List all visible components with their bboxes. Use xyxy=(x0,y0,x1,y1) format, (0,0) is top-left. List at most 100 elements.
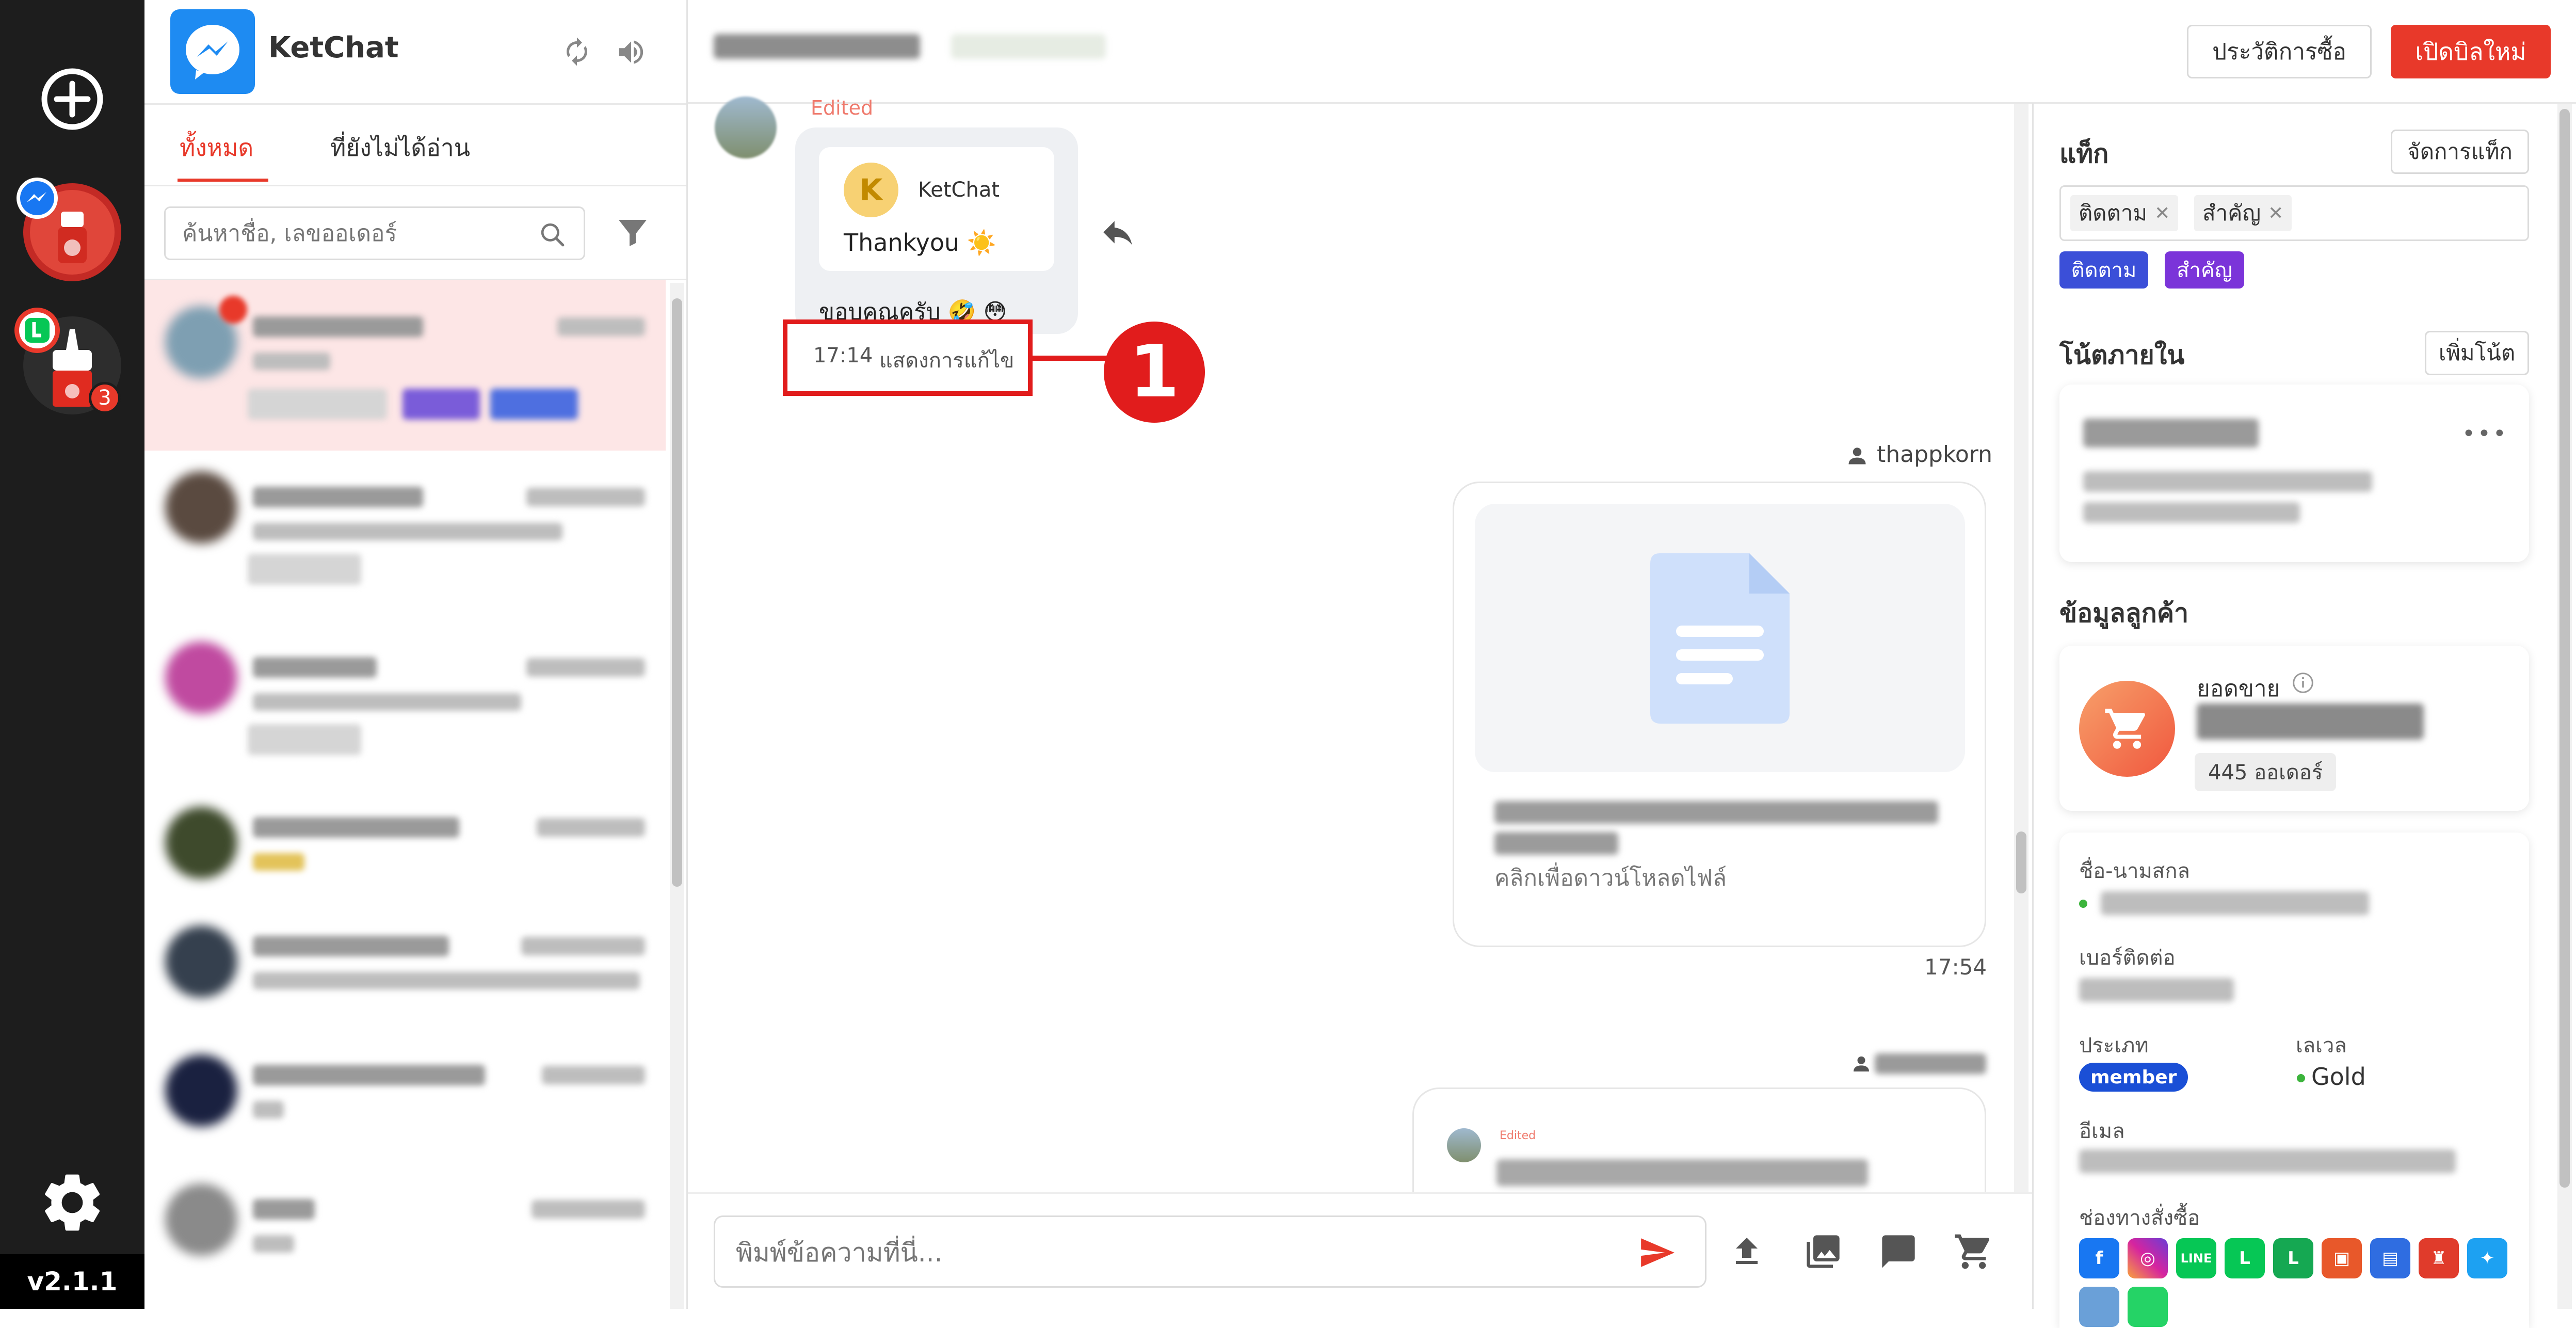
info-icon[interactable] xyxy=(2292,671,2314,694)
conversation-scrollbar[interactable] xyxy=(670,283,684,1309)
quick-reply-icon[interactable] xyxy=(1879,1232,1918,1271)
scrollbar-thumb[interactable] xyxy=(672,298,682,887)
tag-chip-important[interactable]: สำคัญ xyxy=(2165,251,2244,289)
purchase-history-button[interactable]: ประวัติการซื้อ xyxy=(2187,25,2372,78)
conversation-item[interactable] xyxy=(144,791,666,910)
level-dot xyxy=(2297,1074,2305,1082)
sound-icon[interactable] xyxy=(615,36,647,68)
settings-icon[interactable] xyxy=(37,1167,107,1238)
phone-label: เบอร์ติดต่อ xyxy=(2079,946,2176,970)
scrollbar-thumb[interactable] xyxy=(2559,109,2570,1188)
message-bubble[interactable]: K KetChat Thankyou ☀️ ขอบคุณครับ 🤣 😳 xyxy=(795,127,1078,334)
file-message-time: 17:54 xyxy=(1924,954,1987,980)
account-rail: 3 v2.1.1 xyxy=(0,0,144,1309)
message-input[interactable] xyxy=(714,1215,1706,1288)
remove-tag-icon[interactable]: ✕ xyxy=(2268,203,2283,224)
line-oa-icon: L xyxy=(2273,1238,2313,1278)
online-dot xyxy=(2079,900,2087,908)
avatar xyxy=(165,807,237,879)
avatar xyxy=(165,925,237,998)
quoted-message[interactable]: K KetChat Thankyou ☀️ xyxy=(819,147,1054,271)
inbox-panel: KetChat ทั้งหมด ที่ยังไม่ได้อ่าน xyxy=(144,0,686,1309)
tab-unread[interactable]: ที่ยังไม่ได้อ่าน xyxy=(330,129,470,167)
sender-user-icon xyxy=(1851,1053,1872,1074)
conversation-item[interactable] xyxy=(144,1168,666,1309)
member-badge: member xyxy=(2079,1063,2188,1092)
store-icon: ▣ xyxy=(2322,1238,2362,1278)
level-value: Gold xyxy=(2311,1063,2366,1091)
notes-title: โน้ตภายใน xyxy=(2059,340,2185,370)
app-version: v2.1.1 xyxy=(0,1254,144,1309)
type-label: ประเภท xyxy=(2079,1034,2149,1058)
reply-avatar xyxy=(1447,1128,1481,1162)
selected-tag[interactable]: สำคัญ ✕ xyxy=(2194,195,2292,231)
search-icon[interactable] xyxy=(538,220,567,249)
note-card[interactable]: ••• xyxy=(2059,385,2529,562)
orders-count: 445 ออเดอร์ xyxy=(2195,753,2337,791)
document-icon: ▤ xyxy=(2370,1238,2410,1278)
avatar xyxy=(165,1054,237,1127)
email-label: อีเมล xyxy=(2079,1119,2125,1143)
remove-tag-icon[interactable]: ✕ xyxy=(2154,203,2170,224)
twitter-icon: ✦ xyxy=(2467,1238,2507,1278)
message-meta[interactable]: 17:14 แสดงการแก้ไข xyxy=(783,319,1033,396)
upload-icon[interactable] xyxy=(1728,1233,1765,1270)
line-shop-icon: L xyxy=(2225,1238,2265,1278)
file-download-hint[interactable]: คลิกเพื่อดาวน์โหลดไฟล์ xyxy=(1494,860,1727,896)
tag-select[interactable]: ติดตาม ✕ สำคัญ ✕ xyxy=(2059,185,2529,241)
new-bill-button[interactable]: เปิดบิลใหม่ xyxy=(2391,25,2551,78)
conversation-item-active[interactable] xyxy=(144,280,666,451)
tab-active-underline xyxy=(178,179,268,182)
whatsapp-icon xyxy=(2128,1287,2168,1327)
avatar xyxy=(165,471,237,543)
filter-icon[interactable] xyxy=(614,214,651,251)
refresh-icon[interactable] xyxy=(561,36,592,67)
file-document-icon xyxy=(1650,553,1790,724)
callout-marker: 1 xyxy=(1104,322,1205,423)
add-note-button[interactable]: เพิ่มโน้ต xyxy=(2425,331,2529,375)
cart-circle-icon xyxy=(2079,681,2175,777)
show-edits-link[interactable]: แสดงการแก้ไข xyxy=(879,344,1014,377)
search-field[interactable] xyxy=(181,217,513,249)
tag-chip-follow[interactable]: ติดตาม xyxy=(2059,251,2148,289)
selected-tag-label: สำคัญ xyxy=(2202,200,2261,226)
unread-count-badge: 3 xyxy=(89,382,121,414)
scrollbar-thumb[interactable] xyxy=(2016,831,2026,893)
sender-user-icon xyxy=(1846,444,1869,467)
quote-avatar: K xyxy=(844,163,898,217)
chat-area: Edited K KetChat Thankyou ☀️ ขอบคุณครับ … xyxy=(688,97,2028,1309)
tab-all[interactable]: ทั้งหมด xyxy=(180,129,253,167)
sales-label: ยอดขาย xyxy=(2197,676,2280,702)
add-account-icon[interactable] xyxy=(40,67,104,131)
file-message-card[interactable]: คลิกเพื่อดาวน์โหลดไฟล์ xyxy=(1453,482,1986,947)
conversation-item[interactable] xyxy=(144,910,666,1039)
message-field[interactable] xyxy=(735,1236,1563,1270)
note-options-icon[interactable]: ••• xyxy=(2462,421,2508,447)
panel-scrollbar[interactable] xyxy=(2557,104,2572,1309)
quote-text: Thankyou ☀️ xyxy=(844,229,997,257)
name-label: ชื่อ-นามสกล xyxy=(2079,859,2190,883)
send-icon[interactable] xyxy=(1638,1234,1676,1272)
file-preview xyxy=(1475,504,1965,772)
reply-icon[interactable] xyxy=(1099,213,1137,251)
image-icon[interactable] xyxy=(1804,1232,1843,1271)
avatar xyxy=(165,1183,237,1256)
conversation-item[interactable] xyxy=(144,1039,666,1168)
manage-tags-button[interactable]: จัดการแท็ก xyxy=(2391,130,2529,174)
messenger-badge-icon xyxy=(15,177,59,220)
app-name: KetChat xyxy=(268,31,399,65)
channels-label: ช่องทางสั่งซื้อ xyxy=(2079,1206,2200,1230)
composer xyxy=(688,1192,2032,1310)
cart-icon[interactable] xyxy=(1953,1231,1994,1272)
search-input[interactable] xyxy=(164,206,585,260)
instagram-icon: ◎ xyxy=(2128,1238,2168,1278)
conversation-list xyxy=(144,280,666,1309)
conversation-item[interactable] xyxy=(144,621,666,791)
selected-tag-label: ติดตาม xyxy=(2079,200,2148,226)
message-time: 17:14 xyxy=(813,344,873,367)
chat-scrollbar[interactable] xyxy=(2014,104,2028,1193)
tags-title: แท็ก xyxy=(2059,139,2109,169)
conversation-item[interactable] xyxy=(144,451,666,621)
selected-tag[interactable]: ติดตาม ✕ xyxy=(2070,195,2179,231)
chat-header: ประวัติการซื้อ เปิดบิลใหม่ xyxy=(688,0,2576,103)
